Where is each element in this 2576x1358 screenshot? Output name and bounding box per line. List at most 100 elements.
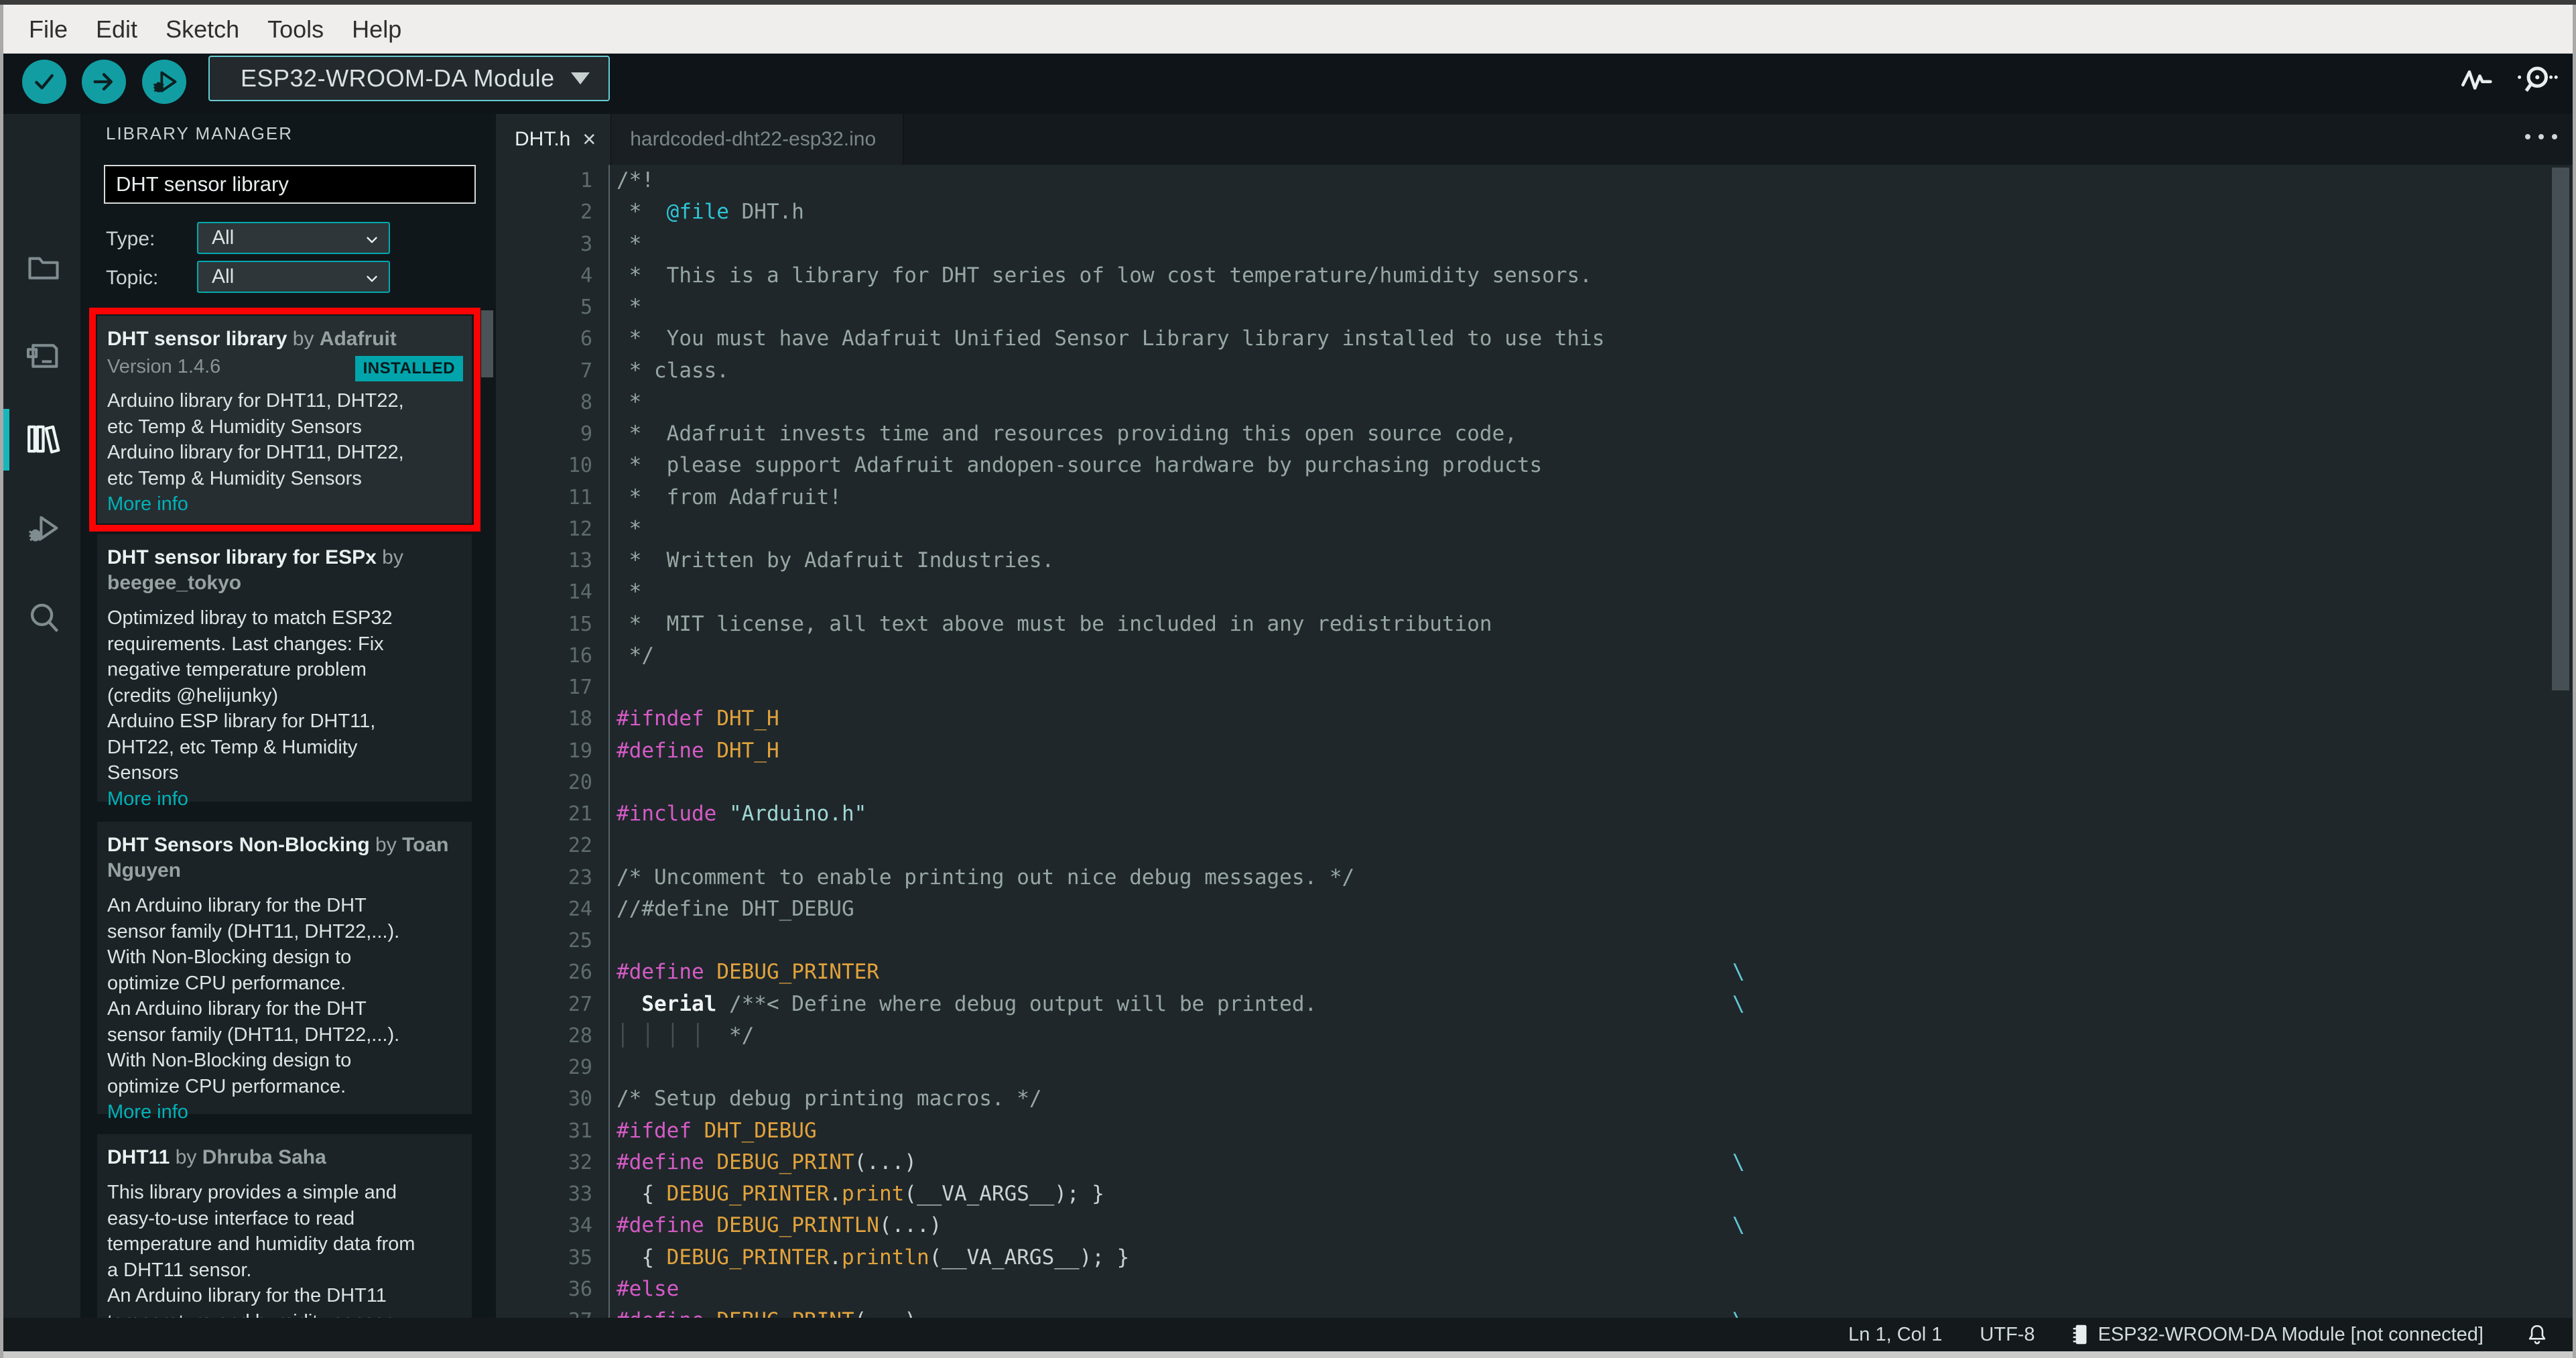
window-frame-right — [2573, 5, 2576, 1358]
code-line: 26 #define DEBUG_PRINTER \ — [496, 956, 2573, 988]
line-continuation: \ — [1732, 1150, 1745, 1174]
file-encoding: UTF-8 — [1980, 1323, 2035, 1345]
code-line: 11 * from Adafruit! — [496, 482, 2573, 513]
search-sidebar-icon[interactable] — [24, 598, 63, 637]
chip-icon — [2069, 1322, 2091, 1347]
more-info-link[interactable]: More info — [107, 1099, 462, 1125]
menu-item-edit[interactable]: Edit — [82, 5, 151, 54]
line-number: 21 — [568, 802, 592, 826]
line-number: 11 — [568, 485, 592, 509]
main-region: LIBRARY MANAGER Type: All Topic: All DHT… — [0, 114, 2576, 1318]
more-info-link[interactable]: More info — [107, 491, 462, 517]
line-number: 3 — [580, 232, 592, 256]
library-item-description: An Arduino library for the DHT sensor fam… — [107, 895, 400, 1097]
line-number: 28 — [568, 1024, 592, 1048]
more-info-link[interactable]: More info — [107, 786, 462, 812]
code-editor[interactable]: 1/*! 2 * @file DHT.h 3 * 4 * This is a libr… — [496, 165, 2573, 1318]
window-frame-left — [0, 5, 3, 1358]
board-selector-value: ESP32-WROOM-DA Module — [241, 64, 555, 92]
tab-label: hardcoded-dht22-esp32.ino — [630, 128, 877, 150]
library-item[interactable]: DHT11 by Dhruba Saha This library provide… — [97, 1134, 472, 1318]
code-line: 4 * This is a library for DHT series of … — [496, 260, 2573, 292]
line-number: 37 — [496, 1305, 592, 1318]
code-line: 37#define DEBUG_PRINT(...)\ — [496, 1305, 2573, 1318]
line-number: 15 — [568, 612, 592, 636]
sketchbook-folder-icon[interactable] — [24, 248, 63, 287]
code-line: 6 * You must have Adafruit Unified Senso… — [496, 323, 2573, 355]
bug-play-icon — [149, 67, 179, 97]
line-number: 20 — [568, 770, 592, 794]
editor-area: DHT.h × hardcoded-dht22-esp32.ino 1/*! 2 * … — [496, 114, 2573, 1318]
line-number: 13 — [568, 549, 592, 572]
code-line: 12 * — [496, 513, 2573, 545]
board-selector-dropdown[interactable]: ESP32-WROOM-DA Module — [208, 56, 610, 101]
menu-bar: File Edit Sketch Tools Help — [0, 5, 2576, 54]
more-actions-icon[interactable] — [2525, 134, 2557, 139]
library-manager-panel: LIBRARY MANAGER Type: All Topic: All DHT… — [80, 114, 496, 1318]
line-number: 23 — [568, 865, 592, 889]
menu-item-sketch[interactable]: Sketch — [151, 5, 253, 54]
installed-badge: INSTALLED — [355, 356, 463, 381]
debug-sidebar-icon[interactable] — [24, 509, 63, 548]
line-number: 18 — [568, 707, 592, 731]
library-item-description: Arduino library for DHT11, DHT22, etc Tem… — [107, 390, 404, 489]
line-number: 17 — [568, 676, 592, 699]
line-number: 25 — [568, 929, 592, 952]
code-line: 27 Serial /**< Define where debug output… — [496, 989, 2573, 1020]
line-number: 8 — [580, 390, 592, 414]
code-line: 7 * class. — [496, 355, 2573, 387]
code-line: 10 * please support Adafruit andopen-sou… — [496, 450, 2573, 481]
bell-icon[interactable] — [2525, 1322, 2549, 1347]
line-continuation: \ — [1732, 991, 1745, 1016]
line-continuation: \ — [1732, 960, 1745, 985]
list-scrollbar[interactable] — [481, 310, 493, 377]
library-item[interactable]: DHT sensor library for ESPx by beegee_to… — [97, 534, 472, 810]
code-line: 22 — [496, 830, 2573, 861]
arduino-ide-window: File Edit Sketch Tools Help ESP32-WROOM-… — [0, 0, 2576, 1358]
close-icon[interactable]: × — [582, 127, 610, 153]
editor-scrollbar[interactable] — [2552, 168, 2569, 690]
tab-dht-h[interactable]: DHT.h × — [496, 114, 612, 165]
code-line: 31 #ifdef DHT_DEBUG — [496, 1115, 2573, 1147]
code-line: 23/* Uncomment to enable printing out ni… — [496, 862, 2573, 893]
activity-sidebar — [3, 114, 80, 1318]
code-line: 29 — [496, 1052, 2573, 1083]
library-item[interactable]: DHT Sensors Non-Blocking by Toan Nguyen A… — [97, 822, 472, 1123]
verify-button[interactable] — [22, 60, 66, 104]
code-line: 20 — [496, 767, 2573, 798]
library-item-author: beegee_tokyo — [107, 572, 242, 594]
upload-button[interactable] — [82, 60, 126, 104]
library-item-title: DHT Sensors Non-Blocking by Toan Nguyen — [107, 834, 449, 881]
status-bar: Ln 1, Col 1 UTF-8 ESP32-WROOM-DA Module … — [0, 1318, 2576, 1351]
menu-item-file[interactable]: File — [15, 5, 82, 54]
menu-item-tools[interactable]: Tools — [253, 5, 338, 54]
check-icon — [31, 68, 58, 95]
serial-monitor-icon[interactable] — [2514, 62, 2559, 98]
code-line: 1/*! — [496, 165, 2573, 196]
line-number: 34 — [568, 1214, 592, 1238]
active-tab-accent-bar — [3, 409, 9, 471]
code-line: 21 #include "Arduino.h" — [496, 798, 2573, 830]
library-item-title: DHT sensor library by Adafruit — [107, 328, 397, 350]
code-line: 36 #else — [496, 1274, 2573, 1305]
line-number: 2 — [580, 200, 592, 225]
library-item-description: Optimized libray to match ESP32 requireme… — [107, 607, 393, 784]
code-line: 32 #define DEBUG_PRINT(...) \ — [496, 1147, 2573, 1178]
library-results-list: DHT sensor library by Adafruit Version 1.… — [80, 114, 496, 1318]
line-continuation: \ — [1732, 1213, 1745, 1238]
debug-button[interactable] — [142, 60, 186, 104]
tab-label: DHT.h — [515, 128, 571, 150]
serial-plotter-icon[interactable] — [2458, 62, 2497, 95]
code-line: 8 * — [496, 387, 2573, 418]
library-item[interactable]: DHT sensor library by Adafruit Version 1.… — [97, 316, 472, 523]
menu-item-help[interactable]: Help — [338, 5, 415, 54]
library-manager-icon[interactable] — [24, 420, 63, 458]
library-item-description: This library provides a simple and easy-t… — [107, 1182, 415, 1318]
line-number: 27 — [568, 992, 592, 1016]
tab-hardcoded-dht22-esp32-ino[interactable]: hardcoded-dht22-esp32.ino — [611, 114, 904, 165]
line-number: 36 — [568, 1277, 592, 1301]
code-line: 35 { DEBUG_PRINTER.println(__VA_ARGS__);… — [496, 1242, 2573, 1274]
boards-manager-icon[interactable] — [24, 336, 63, 375]
line-number: 4 — [580, 263, 592, 288]
code-line: 28 │ │ │ │ */ — [496, 1020, 2573, 1052]
